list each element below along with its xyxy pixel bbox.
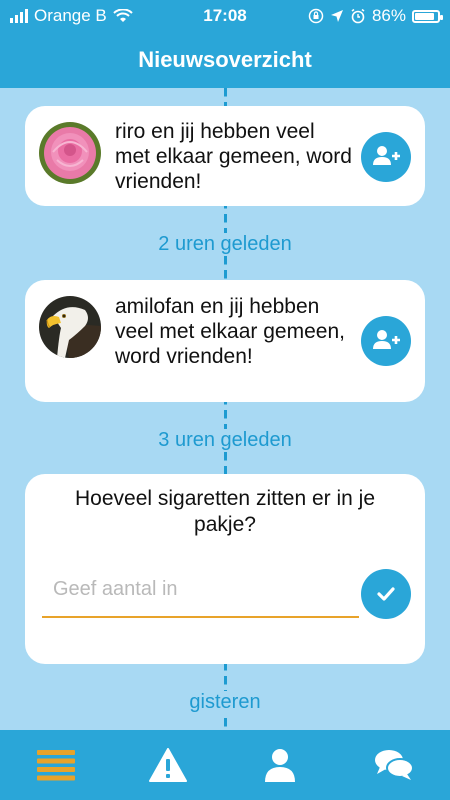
timestamp-label: 3 uren geleden bbox=[156, 429, 294, 451]
timestamp-label: gisteren bbox=[187, 691, 263, 713]
eagle-avatar-image bbox=[39, 296, 101, 358]
answer-field-container bbox=[42, 564, 359, 618]
status-bar: Orange B 17:08 86% bbox=[0, 0, 450, 32]
friend-suggestion-card[interactable]: riro en jij hebben veel met elkaar gemee… bbox=[25, 106, 425, 206]
battery-icon bbox=[412, 9, 443, 23]
add-friend-button[interactable] bbox=[361, 132, 411, 182]
news-feed[interactable]: riro en jij hebben veel met elkaar gemee… bbox=[0, 88, 450, 730]
profile-icon bbox=[265, 749, 295, 782]
avatar[interactable] bbox=[39, 296, 101, 358]
warning-icon bbox=[149, 748, 187, 782]
suggestion-text: riro en jij hebben veel met elkaar gemee… bbox=[115, 120, 352, 193]
location-icon bbox=[330, 10, 343, 22]
bottom-tab-bar bbox=[0, 730, 450, 800]
battery-percentage: 86% bbox=[371, 6, 406, 25]
question-card: Hoeveel sigaretten zitten er in je pakje… bbox=[25, 474, 425, 664]
friend-suggestion-card[interactable]: amilofan en jij hebben veel met elkaar g… bbox=[25, 280, 425, 402]
rose-avatar-image bbox=[39, 122, 101, 184]
checkmark-icon bbox=[377, 587, 395, 601]
tab-warnings[interactable] bbox=[112, 730, 224, 800]
page-title: Nieuwsoverzicht bbox=[0, 32, 450, 88]
chat-icon bbox=[375, 750, 414, 780]
tab-chat[interactable] bbox=[338, 730, 450, 800]
add-user-icon bbox=[373, 146, 400, 165]
avatar[interactable] bbox=[39, 122, 101, 184]
orientation-lock-icon bbox=[308, 8, 324, 24]
cigarette-count-input[interactable] bbox=[42, 564, 359, 601]
add-user-icon bbox=[373, 330, 400, 349]
tab-profile[interactable] bbox=[224, 730, 336, 800]
suggestion-text: amilofan en jij hebben veel met elkaar g… bbox=[115, 295, 345, 368]
alarm-icon bbox=[351, 8, 365, 24]
add-friend-button[interactable] bbox=[361, 316, 411, 366]
submit-answer-button[interactable] bbox=[361, 569, 411, 619]
timestamp-label: 2 uren geleden bbox=[156, 233, 294, 255]
feed-icon bbox=[37, 750, 75, 781]
tab-feed[interactable] bbox=[0, 730, 112, 800]
question-text: Hoeveel sigaretten zitten er in je pakje… bbox=[75, 487, 375, 536]
